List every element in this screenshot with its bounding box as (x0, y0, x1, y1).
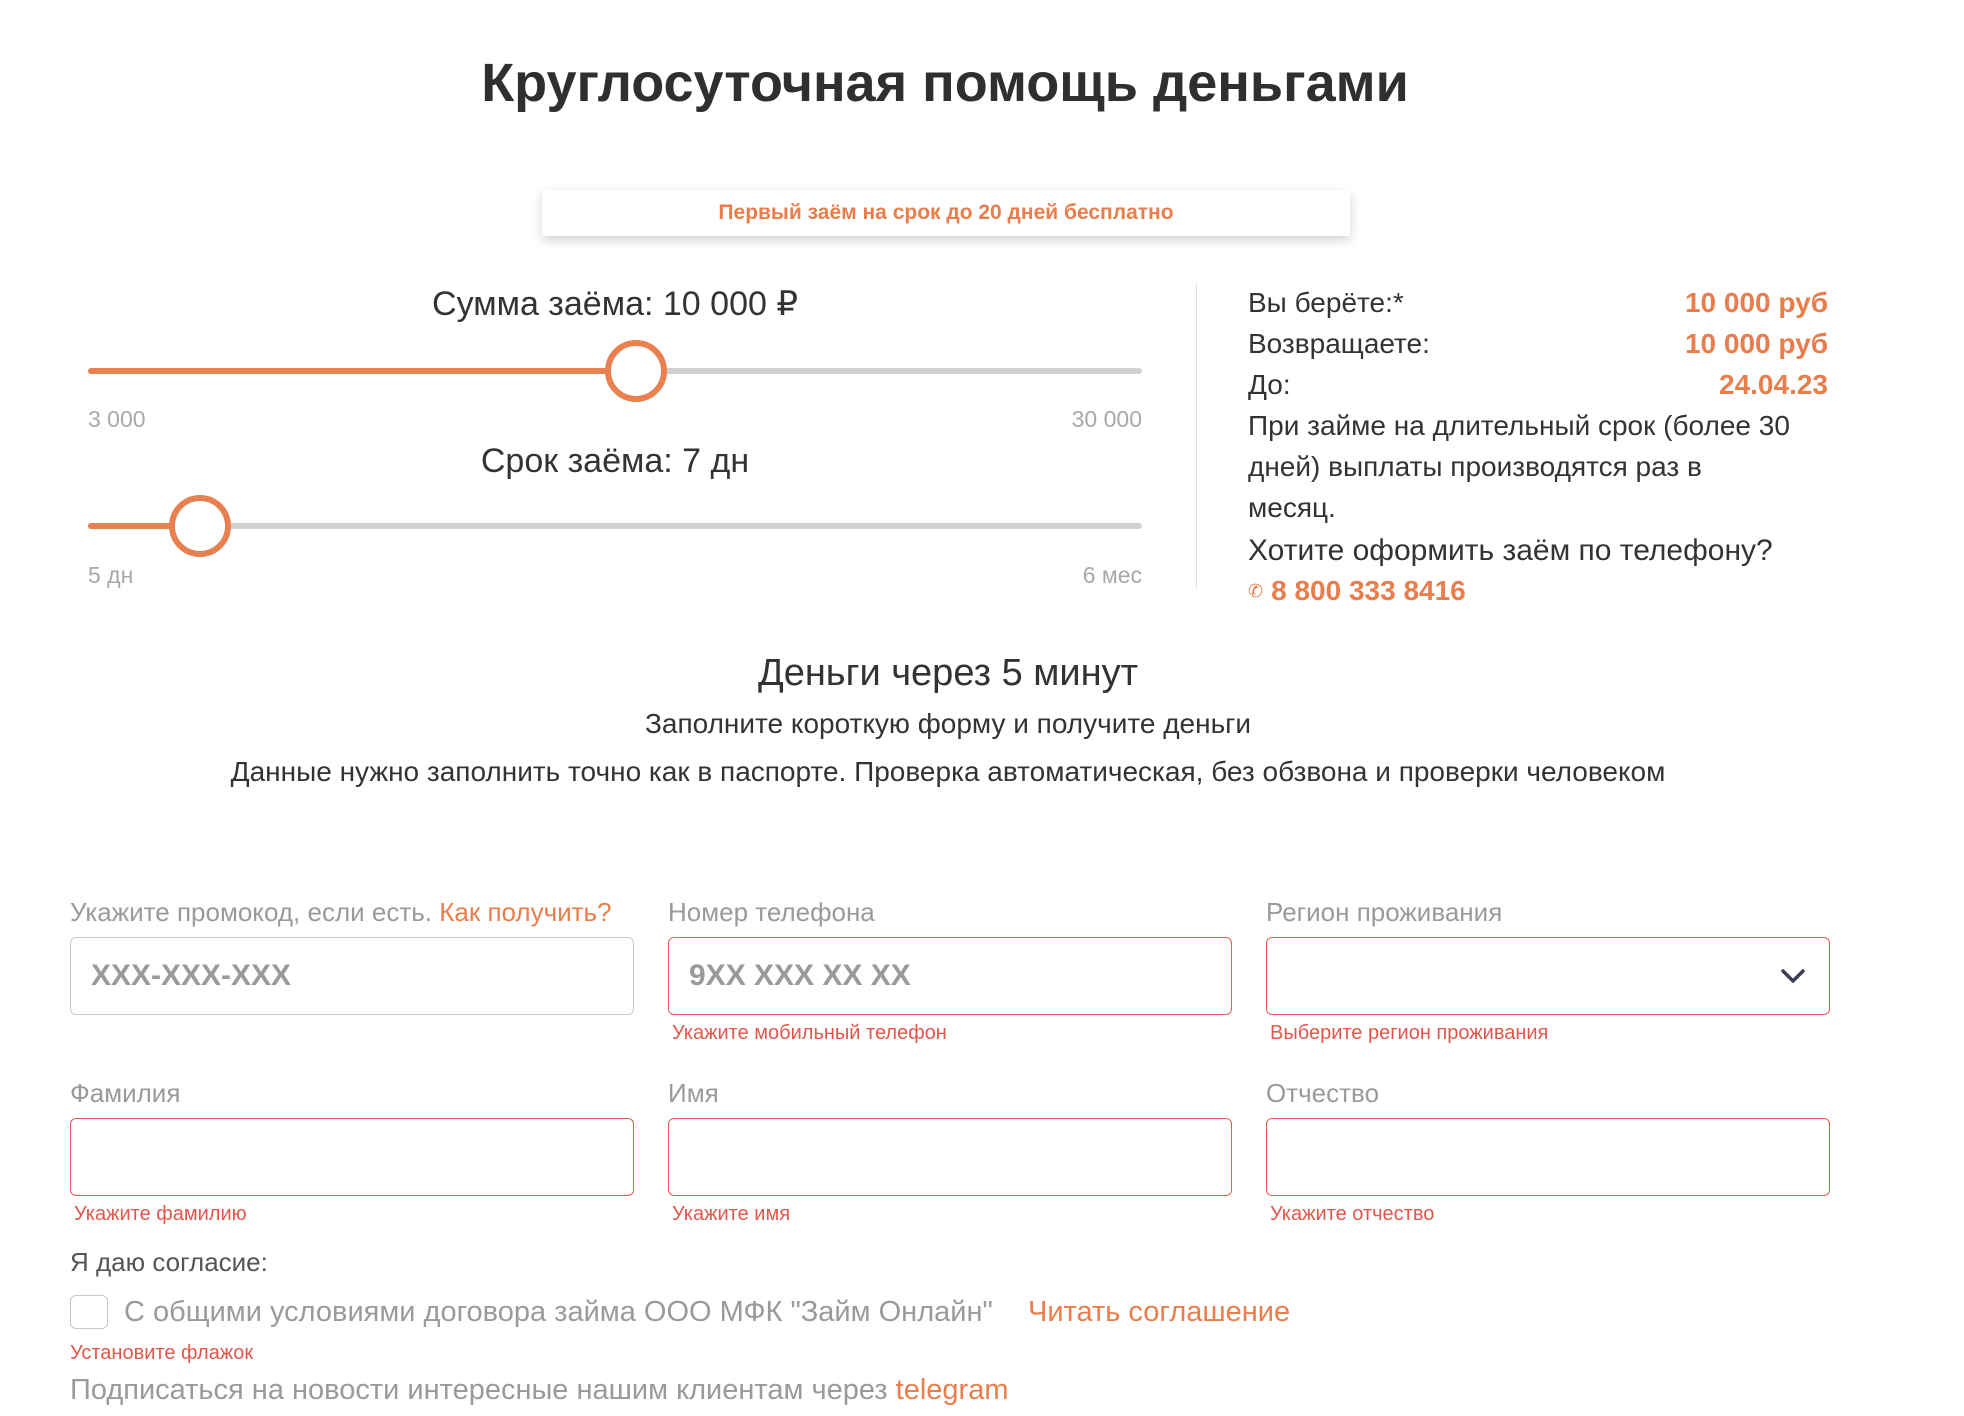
term-min-label: 5 дн (88, 562, 134, 588)
middlename-error: Укажите отчество (1270, 1203, 1435, 1225)
phone-icon: ✆ (1248, 581, 1264, 601)
consent-label: Я даю согласие: (70, 1247, 268, 1277)
phone-number: 8 800 333 8416 (1271, 575, 1466, 606)
middlename-label: Отчество (1266, 1078, 1380, 1108)
firstname-error: Укажите имя (672, 1203, 791, 1225)
amount-slider-label: Сумма заёма: 10 000 ₽ (432, 285, 798, 323)
lastname-error: Укажите фамилию (74, 1203, 247, 1225)
firstname-label: Имя (668, 1078, 719, 1108)
until-value: 24.04.23 (1719, 369, 1828, 400)
subscribe-label: Подписаться на новости интересные нашим … (70, 1374, 888, 1406)
note-line: месяц. (1248, 492, 1336, 523)
page-title: Круглосуточная помощь деньгами (481, 53, 1409, 113)
lastname-input[interactable] (70, 1118, 634, 1196)
phone-link[interactable]: ✆ 8 800 333 8416 (1248, 572, 1828, 610)
loan-summary: Вы берёте:* 10 000 руб Возвращаете: 10 0… (1248, 282, 1828, 610)
return-label: Возвращаете: (1248, 328, 1430, 359)
consent-error: Установите флажок (70, 1342, 254, 1364)
until-label: До: (1248, 369, 1291, 400)
take-value: 10 000 руб (1684, 287, 1828, 318)
intro-exact-text: Данные нужно заполнить точно как в паспо… (230, 756, 1666, 787)
phone-error: Укажите мобильный телефон (672, 1022, 947, 1044)
region-select[interactable] (1266, 937, 1830, 1015)
take-row: Вы берёте:* 10 000 руб (1248, 282, 1828, 323)
promo-label-text: Укажите промокод, если есть. (70, 897, 432, 927)
chevron-down-icon (1781, 969, 1805, 983)
amount-max-label: 30 000 (1071, 406, 1142, 432)
subscribe-text: Подписаться на новости интересные нашим … (70, 1374, 1009, 1407)
phone-question: Хотите оформить заём по телефону? (1248, 534, 1773, 567)
until-row: До: 24.04.23 (1248, 364, 1828, 405)
promo-input[interactable]: XXX-XXX-XXX (70, 937, 634, 1015)
read-agreement-link[interactable]: Читать соглашение (1028, 1296, 1290, 1329)
amount-slider-thumb[interactable] (605, 340, 667, 402)
region-error: Выберите регион проживания (1270, 1022, 1549, 1044)
lastname-label: Фамилия (70, 1078, 181, 1108)
middlename-input[interactable] (1266, 1118, 1830, 1196)
phone-input[interactable]: 9XX XXX XX XX (668, 937, 1232, 1015)
note-line: дней) выплаты производятся раз в (1248, 451, 1702, 482)
region-label: Регион проживания (1266, 897, 1503, 927)
long-term-note: При займе на длительный срок (более 30 д… (1248, 405, 1828, 528)
telegram-link[interactable]: telegram (896, 1374, 1009, 1406)
term-slider-thumb[interactable] (169, 495, 231, 557)
promo-how-link[interactable]: Как получить? (439, 897, 611, 927)
promo-banner: Первый заём на срок до 20 дней бесплатно (542, 190, 1350, 236)
take-label: Вы берёте:* (1248, 287, 1404, 318)
intro-fill-text: Заполните короткую форму и получите день… (644, 708, 1252, 739)
note-line: При займе на длительный срок (более 30 (1248, 410, 1790, 441)
return-row: Возвращаете: 10 000 руб (1248, 323, 1828, 364)
phone-placeholder: 9XX XXX XX XX (689, 959, 911, 992)
promo-label: Укажите промокод, если есть. Как получит… (70, 897, 612, 928)
term-slider[interactable] (88, 495, 1142, 557)
consent-text: С общими условиями договора займа ООО МФ… (124, 1296, 993, 1328)
consent-checkbox[interactable] (70, 1295, 108, 1329)
phone-label: Номер телефона (668, 897, 875, 927)
intro-heading: Деньги через 5 минут (757, 652, 1139, 694)
loan-page: Круглосуточная помощь деньгами Первый за… (0, 0, 1964, 1416)
return-value: 10 000 руб (1684, 328, 1828, 359)
vertical-divider (1196, 284, 1197, 588)
amount-min-label: 3 000 (88, 406, 146, 432)
term-max-label: 6 мес (1082, 562, 1142, 588)
term-slider-label: Срок заёма: 7 дн (480, 442, 750, 480)
amount-slider-fill (88, 368, 636, 374)
promo-placeholder: XXX-XXX-XXX (91, 959, 292, 992)
firstname-input[interactable] (668, 1118, 1232, 1196)
amount-slider[interactable] (88, 340, 1142, 402)
